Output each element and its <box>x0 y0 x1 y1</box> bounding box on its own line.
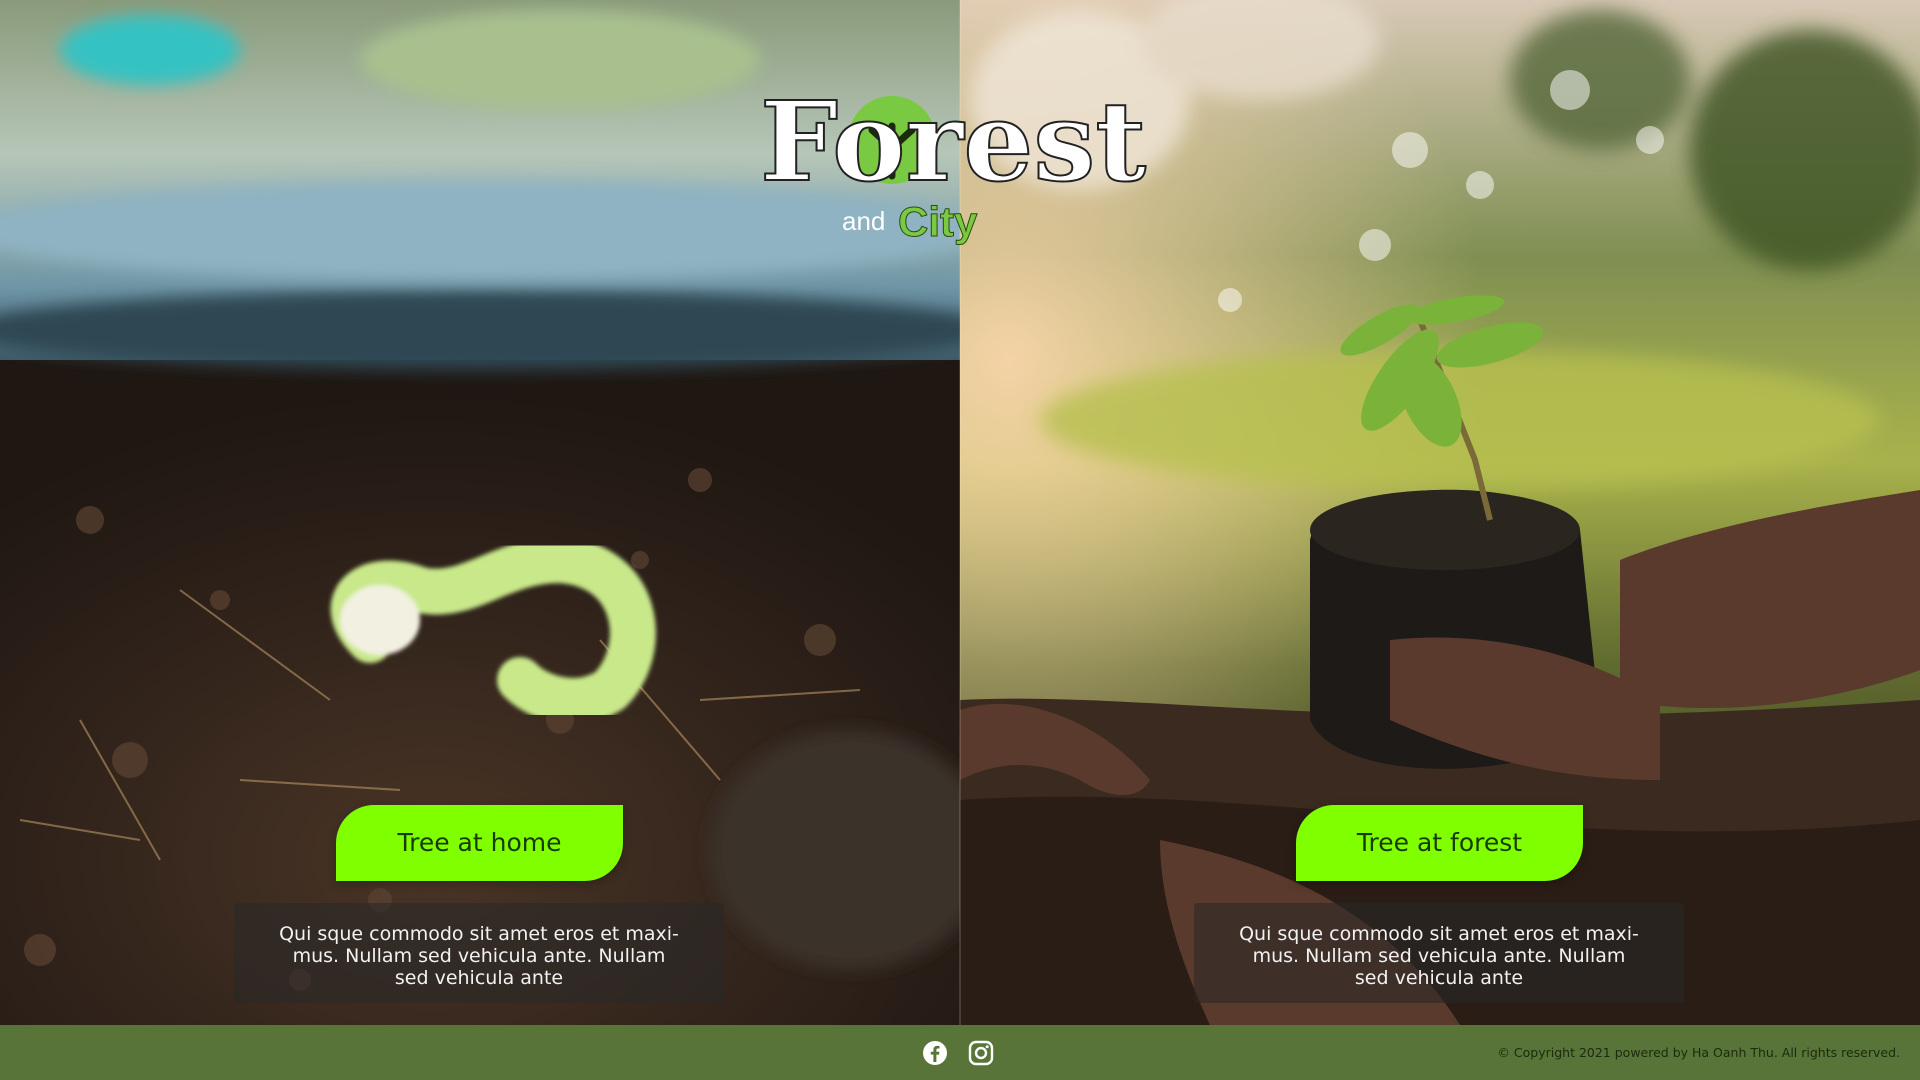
facebook-icon[interactable] <box>922 1040 948 1066</box>
tree-at-home-button[interactable]: Tree at home <box>336 805 623 881</box>
logo-forest-text: Forest <box>760 78 1146 206</box>
copyright-text: © Copyright 2021 powered by Ha Oanh Thu.… <box>1497 1045 1900 1060</box>
logo[interactable]: Forest and City <box>759 76 1180 258</box>
instagram-icon[interactable] <box>968 1040 994 1066</box>
forest-and-city-logo: Forest and City <box>759 76 1147 246</box>
logo-and-text: and <box>842 206 885 236</box>
footer: © Copyright 2021 powered by Ha Oanh Thu.… <box>0 1025 1920 1080</box>
tree-at-forest-description: Qui sque commodo sit amet eros et maxi-m… <box>1194 903 1684 1003</box>
tree-at-forest-button[interactable]: Tree at forest <box>1296 805 1583 881</box>
social-links <box>922 1025 994 1080</box>
logo-city-text: City <box>898 198 978 245</box>
tree-at-home-description: Qui sque commodo sit amet eros et maxi-m… <box>234 903 724 1003</box>
